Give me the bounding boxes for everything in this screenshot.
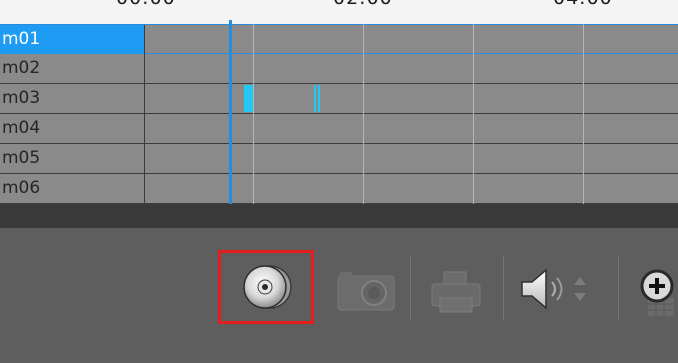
track-row[interactable]: m03 bbox=[0, 84, 678, 114]
burn-disc-button[interactable] bbox=[218, 250, 314, 324]
camera-icon bbox=[337, 272, 395, 311]
track-row[interactable]: m02 bbox=[0, 54, 678, 84]
printer-icon bbox=[431, 271, 481, 313]
timeline-scrollbar[interactable] bbox=[0, 204, 678, 228]
snapshot-button[interactable] bbox=[330, 258, 400, 318]
track-name[interactable]: m04 bbox=[0, 114, 145, 143]
audio-clip[interactable] bbox=[314, 85, 316, 112]
disc-icon bbox=[243, 265, 292, 309]
track-row[interactable]: m06 bbox=[0, 174, 678, 204]
track-name[interactable]: m03 bbox=[0, 84, 145, 113]
toolbar-separator bbox=[410, 256, 411, 320]
grid-line bbox=[363, 24, 364, 204]
ruler-label: 02:00 bbox=[333, 0, 393, 9]
track-name[interactable]: m02 bbox=[0, 54, 145, 83]
audio-clip[interactable] bbox=[244, 85, 253, 112]
ruler-label: 04:00 bbox=[553, 0, 613, 9]
grid-line bbox=[473, 24, 474, 204]
track-row[interactable]: m01 bbox=[0, 24, 678, 54]
volume-button[interactable] bbox=[514, 258, 608, 318]
print-button[interactable] bbox=[420, 258, 492, 318]
track-row[interactable]: m05 bbox=[0, 144, 678, 174]
audio-clip[interactable] bbox=[318, 85, 320, 112]
track-list: m01 m02 m03 m04 m05 m06 bbox=[0, 24, 678, 204]
toolbar-separator bbox=[503, 256, 504, 320]
grid-line bbox=[583, 24, 584, 204]
timeline-ruler[interactable]: 00:00 02:00 04:00 bbox=[0, 0, 678, 24]
track-name[interactable]: m06 bbox=[0, 174, 145, 203]
speaker-icon bbox=[521, 268, 586, 310]
zoom-in-button[interactable] bbox=[626, 258, 678, 318]
zoom-in-icon bbox=[640, 269, 674, 316]
ruler-label: 00:00 bbox=[116, 0, 176, 9]
toolbar bbox=[0, 228, 678, 363]
grid-line bbox=[253, 24, 254, 204]
track-row[interactable]: m04 bbox=[0, 114, 678, 144]
playhead[interactable] bbox=[229, 20, 232, 204]
toolbar-separator bbox=[618, 256, 619, 320]
track-name[interactable]: m05 bbox=[0, 144, 145, 173]
track-name[interactable]: m01 bbox=[0, 25, 145, 54]
